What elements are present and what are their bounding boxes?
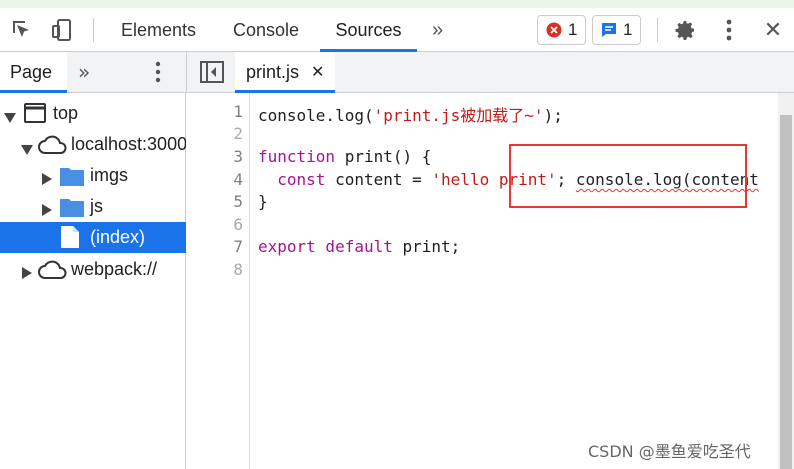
tree-item-index[interactable]: (index) — [0, 222, 186, 253]
line-number[interactable]: 7 — [233, 237, 243, 256]
tab-console[interactable]: Console — [233, 8, 299, 52]
file-tab-label: print.js — [246, 62, 300, 82]
page-tab[interactable]: Page — [0, 52, 67, 93]
tree-item-label: js — [90, 196, 103, 216]
close-file-tab-button[interactable]: ✕ — [311, 62, 324, 81]
tree-item-webpack[interactable]: webpack:// — [0, 254, 186, 285]
keyword-token: function — [258, 147, 336, 166]
tree-item-js[interactable]: js — [0, 191, 186, 222]
keyword-token: default — [315, 237, 393, 256]
settings-gear-icon[interactable] — [670, 8, 700, 52]
toolbar-separator — [93, 18, 94, 42]
code-token: content = — [325, 170, 432, 189]
code-token: ); — [543, 106, 563, 125]
expanded-arrow-icon — [4, 107, 16, 128]
devtools-toolbar: Elements Console Sources » 1 1 ✕ — [0, 8, 794, 52]
tab-sources[interactable]: Sources — [320, 8, 417, 52]
string-token: 'print.js被加载了~' — [373, 106, 544, 125]
messages-count: 1 — [623, 20, 633, 39]
line-number[interactable]: 4 — [233, 170, 243, 189]
tree-item-top[interactable]: top — [0, 98, 186, 129]
window-icon — [24, 103, 46, 128]
device-toolbar-icon[interactable] — [46, 8, 78, 52]
code-line-7: export default print; — [258, 237, 460, 256]
more-tabs-button[interactable]: » — [432, 8, 443, 52]
line-number[interactable]: 3 — [233, 147, 243, 166]
highlight-annotation-box — [509, 144, 747, 208]
page-tab-label: Page — [10, 62, 53, 82]
collapsed-arrow-icon — [42, 169, 52, 190]
error-icon — [546, 22, 562, 38]
folder-icon — [60, 166, 84, 191]
collapsed-arrow-icon — [22, 263, 32, 284]
line-number[interactable]: 1 — [233, 102, 243, 121]
code-token: print; — [392, 237, 461, 256]
errors-count: 1 — [568, 20, 578, 39]
errors-badge[interactable]: 1 — [537, 15, 587, 45]
file-icon — [60, 225, 80, 253]
toggle-navigator-icon[interactable] — [200, 61, 224, 87]
tab-elements[interactable]: Elements — [121, 8, 196, 52]
expanded-arrow-icon — [21, 139, 33, 160]
collapsed-arrow-icon — [42, 200, 52, 221]
top-strip — [0, 0, 794, 8]
cloud-icon — [37, 135, 67, 160]
code-line-5: } — [258, 192, 268, 211]
tree-item-label: localhost:3000 — [71, 134, 186, 154]
tree-item-localhost[interactable]: localhost:3000 — [0, 129, 186, 160]
keyword-token: const — [258, 170, 326, 189]
code-token: console.log( — [258, 106, 374, 125]
tree-item-label: top — [53, 103, 79, 123]
tree-item-label: imgs — [90, 165, 129, 185]
close-devtools-button[interactable]: ✕ — [760, 8, 786, 52]
tree-item-imgs[interactable]: imgs — [0, 160, 186, 191]
keyword-token: export — [258, 237, 316, 256]
code-line-1: console.log('print.js被加载了~'); — [258, 102, 563, 126]
nav-more-options-icon[interactable] — [155, 61, 161, 87]
line-number[interactable]: 2 — [233, 124, 243, 143]
cloud-icon — [37, 260, 67, 285]
code-line-3: function print() { — [258, 147, 431, 166]
line-number[interactable]: 5 — [233, 192, 243, 211]
toolbar-separator — [657, 18, 658, 42]
folder-icon — [60, 197, 84, 222]
more-nav-tabs-button[interactable]: » — [78, 60, 90, 84]
code-token: } — [258, 192, 268, 211]
inspect-element-icon[interactable] — [6, 8, 38, 52]
file-navigator: top localhost:3000 imgs js (index) webpa… — [0, 93, 186, 469]
file-tab-print-js[interactable]: print.js ✕ — [235, 52, 335, 93]
sources-subbar: Page » print.js ✕ — [0, 52, 794, 93]
pane-divider — [186, 52, 187, 93]
tree-item-label: webpack:// — [71, 259, 158, 279]
tree-item-label: (index) — [90, 227, 146, 247]
code-token: print() { — [335, 147, 432, 166]
scrollbar-thumb[interactable] — [780, 115, 792, 469]
line-number[interactable]: 8 — [233, 260, 243, 279]
watermark: CSDN @墨鱼爱吃圣代 — [588, 442, 751, 461]
editor-scrollbar[interactable] — [778, 93, 794, 469]
line-number[interactable]: 6 — [233, 215, 243, 234]
message-icon — [602, 23, 616, 37]
messages-badge[interactable]: 1 — [592, 15, 642, 45]
more-options-icon[interactable] — [716, 8, 742, 52]
line-number-gutter: 1 2 3 4 5 6 7 8 — [187, 93, 250, 469]
